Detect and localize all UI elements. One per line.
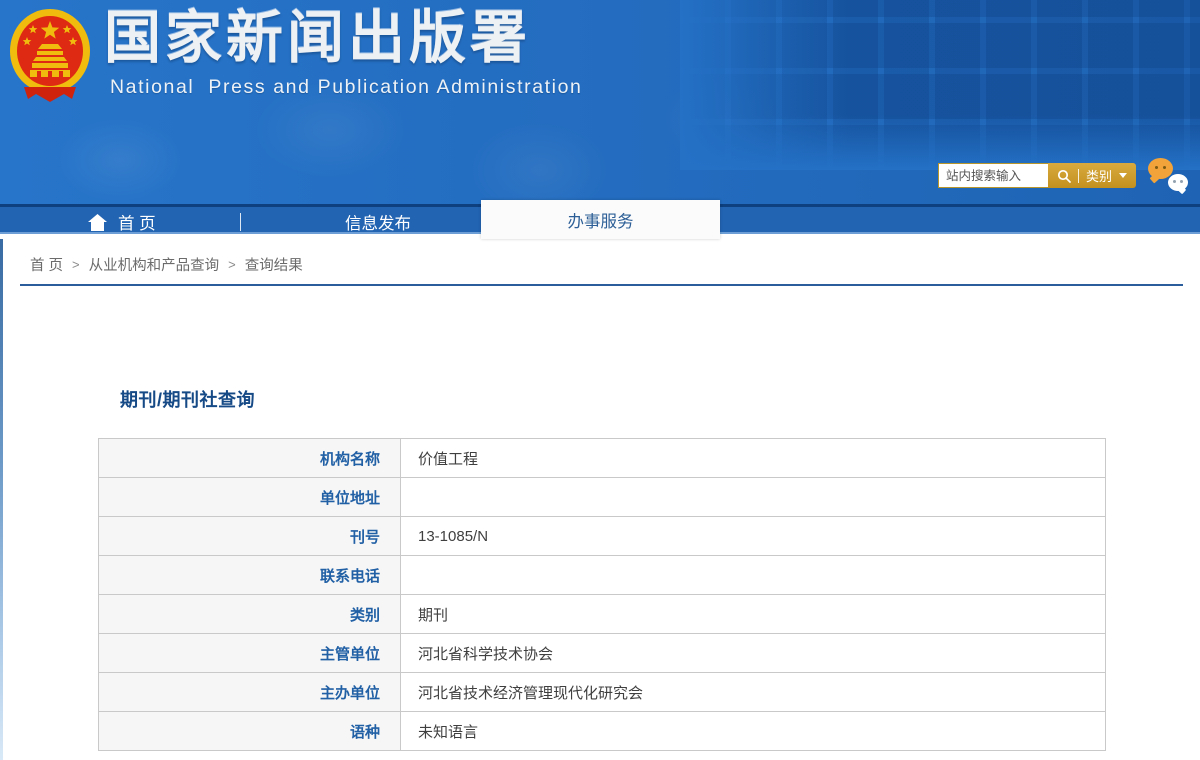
nav-item-info[interactable]: 信息发布 [278,207,478,237]
row-label: 刊号 [99,517,401,556]
row-label: 单位地址 [99,478,401,517]
row-label: 主管单位 [99,634,401,673]
main-nav: 首 页 信息发布 办事服务 [0,204,1200,234]
page-left-edge-line [0,239,3,760]
national-emblem-logo[interactable] [8,5,92,105]
table-row: 主办单位 河北省技术经济管理现代化研究会 [99,673,1106,712]
breadcrumb-query[interactable]: 从业机构和产品查询 [89,254,220,275]
nav-item-home[interactable]: 首 页 [88,207,156,237]
breadcrumb-home[interactable]: 首 页 [30,254,63,275]
breadcrumb-separator: > [72,257,80,272]
nav-home-label: 首 页 [118,210,156,234]
breadcrumb-current: 查询结果 [245,254,303,275]
row-label: 机构名称 [99,439,401,478]
search-icon[interactable] [1057,169,1071,183]
site-subtitle: National Press and Publication Administr… [110,76,582,99]
breadcrumb-separator: > [228,257,236,272]
row-label: 语种 [99,712,401,751]
page-title: 期刊/期刊社查询 [120,386,1200,412]
wechat-bubble-right [1168,174,1188,191]
nav-item-services-active[interactable]: 办事服务 [481,200,720,239]
site-search: 类别 [938,163,1136,188]
row-label: 主办单位 [99,673,401,712]
search-controls: 类别 [1048,163,1136,188]
breadcrumb-rule [20,284,1183,286]
chevron-down-icon[interactable] [1119,173,1127,178]
row-value: 价值工程 [401,439,1106,478]
seal-tile-pattern [680,0,1200,170]
table-row: 类别 期刊 [99,595,1106,634]
table-row: 刊号 13-1085/N [99,517,1106,556]
table-row: 联系电话 [99,556,1106,595]
category-dropdown-label[interactable]: 类别 [1086,166,1112,185]
wechat-icon[interactable] [1148,158,1188,191]
table-row: 语种 未知语言 [99,712,1106,751]
national-emblem-icon [8,5,92,105]
search-divider [1078,169,1079,183]
search-input[interactable] [938,163,1048,188]
table-row: 机构名称 价值工程 [99,439,1106,478]
nav-info-label: 信息发布 [345,210,411,234]
row-label: 类别 [99,595,401,634]
row-value: 期刊 [401,595,1106,634]
row-value [401,556,1106,595]
table-row: 主管单位 河北省科学技术协会 [99,634,1106,673]
site-header: 国家新闻出版署 National Press and Publication A… [0,0,1200,204]
nav-services-label: 办事服务 [568,208,634,232]
row-label: 联系电话 [99,556,401,595]
table-row: 单位地址 [99,478,1106,517]
brand-block: 国家新闻出版署 National Press and Publication A… [104,2,582,99]
row-value: 未知语言 [401,712,1106,751]
result-table: 机构名称 价值工程 单位地址 刊号 13-1085/N 联系电话 类别 期刊 主… [98,438,1106,751]
breadcrumb: 首 页 > 从业机构和产品查询 > 查询结果 [0,234,1200,275]
nav-divider [240,213,241,231]
site-title: 国家新闻出版署 [104,2,582,74]
row-value: 河北省技术经济管理现代化研究会 [401,673,1106,712]
row-value: 13-1085/N [401,517,1106,556]
wechat-bubble-left [1148,158,1173,179]
home-icon [88,214,107,231]
row-value [401,478,1106,517]
row-value: 河北省科学技术协会 [401,634,1106,673]
